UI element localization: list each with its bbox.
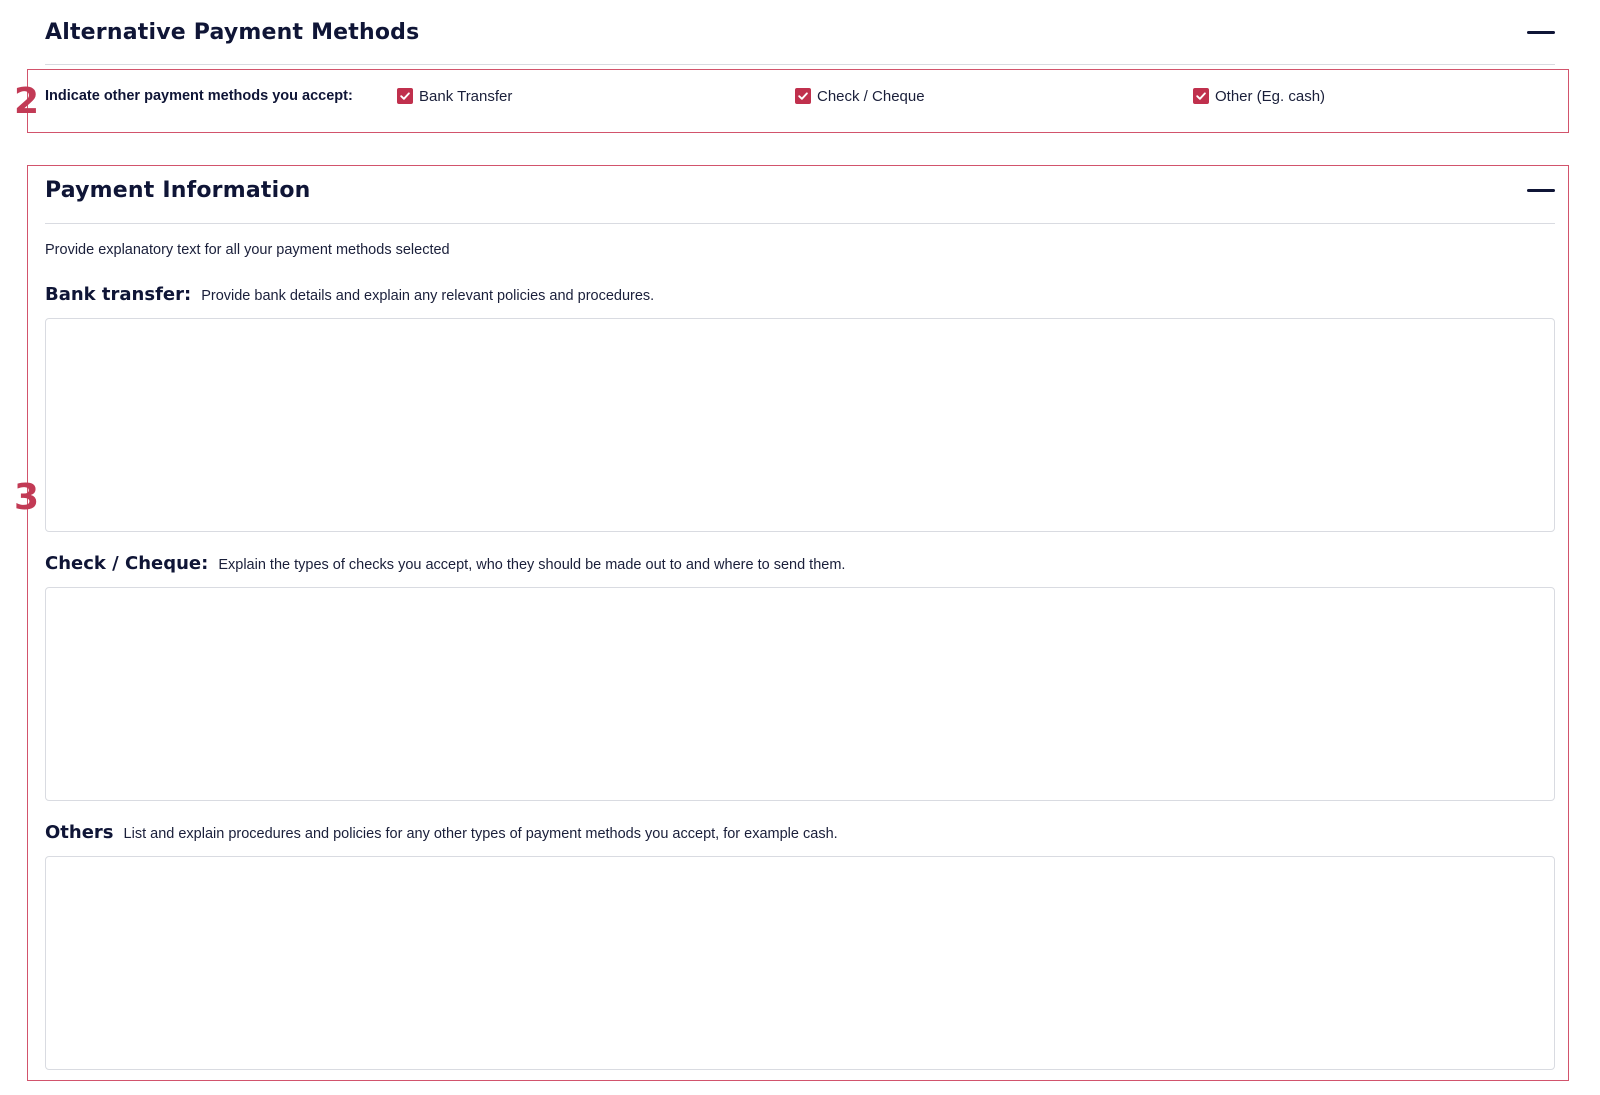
checkbox-label: Check / Cheque [817,87,925,105]
bank-transfer-help: Provide bank details and explain any rel… [201,288,655,304]
annotation-number-2: 2 [14,81,40,122]
others-textarea[interactable] [45,856,1555,1070]
others-label: Others [45,822,114,843]
checkbox-other[interactable]: Other (Eg. cash) [1193,88,1325,105]
checkbox-bank-transfer[interactable]: Bank Transfer [397,88,512,105]
payment-info-collapse-button[interactable] [1527,176,1555,204]
payment-info-title: Payment Information [45,177,311,203]
check-cheque-label: Check / Cheque: [45,553,209,574]
payment-info-divider [45,223,1555,224]
minus-icon [1527,30,1555,34]
check-cheque-textarea[interactable] [45,587,1555,801]
check-cheque-help: Explain the types of checks you accept, … [218,557,846,573]
checkbox-checked-icon [1193,88,1209,104]
alt-methods-divider [45,64,1555,65]
bank-transfer-label-row: Bank transfer: Provide bank details and … [45,284,654,305]
payment-methods-row: Indicate other payment methods you accep… [45,84,1545,108]
payment-methods-prompt: Indicate other payment methods you accep… [45,88,353,104]
checkbox-checked-icon [397,88,413,104]
others-label-row: Others List and explain procedures and p… [45,822,838,843]
checkbox-check-cheque[interactable]: Check / Cheque [795,88,925,105]
alt-methods-header: Alternative Payment Methods [45,14,1555,50]
alt-methods-title: Alternative Payment Methods [45,19,420,45]
bank-transfer-textarea[interactable] [45,318,1555,532]
checkbox-checked-icon [795,88,811,104]
others-help: List and explain procedures and policies… [123,826,838,842]
check-cheque-label-row: Check / Cheque: Explain the types of che… [45,553,845,574]
checkbox-label: Other (Eg. cash) [1215,87,1326,105]
minus-icon [1527,188,1555,192]
bank-transfer-label: Bank transfer: [45,284,192,305]
checkbox-label: Bank Transfer [419,87,513,105]
payment-info-header: Payment Information [45,172,1555,208]
payment-info-intro: Provide explanatory text for all your pa… [45,242,450,258]
alt-methods-collapse-button[interactable] [1527,18,1555,46]
annotation-number-3: 3 [14,477,40,518]
